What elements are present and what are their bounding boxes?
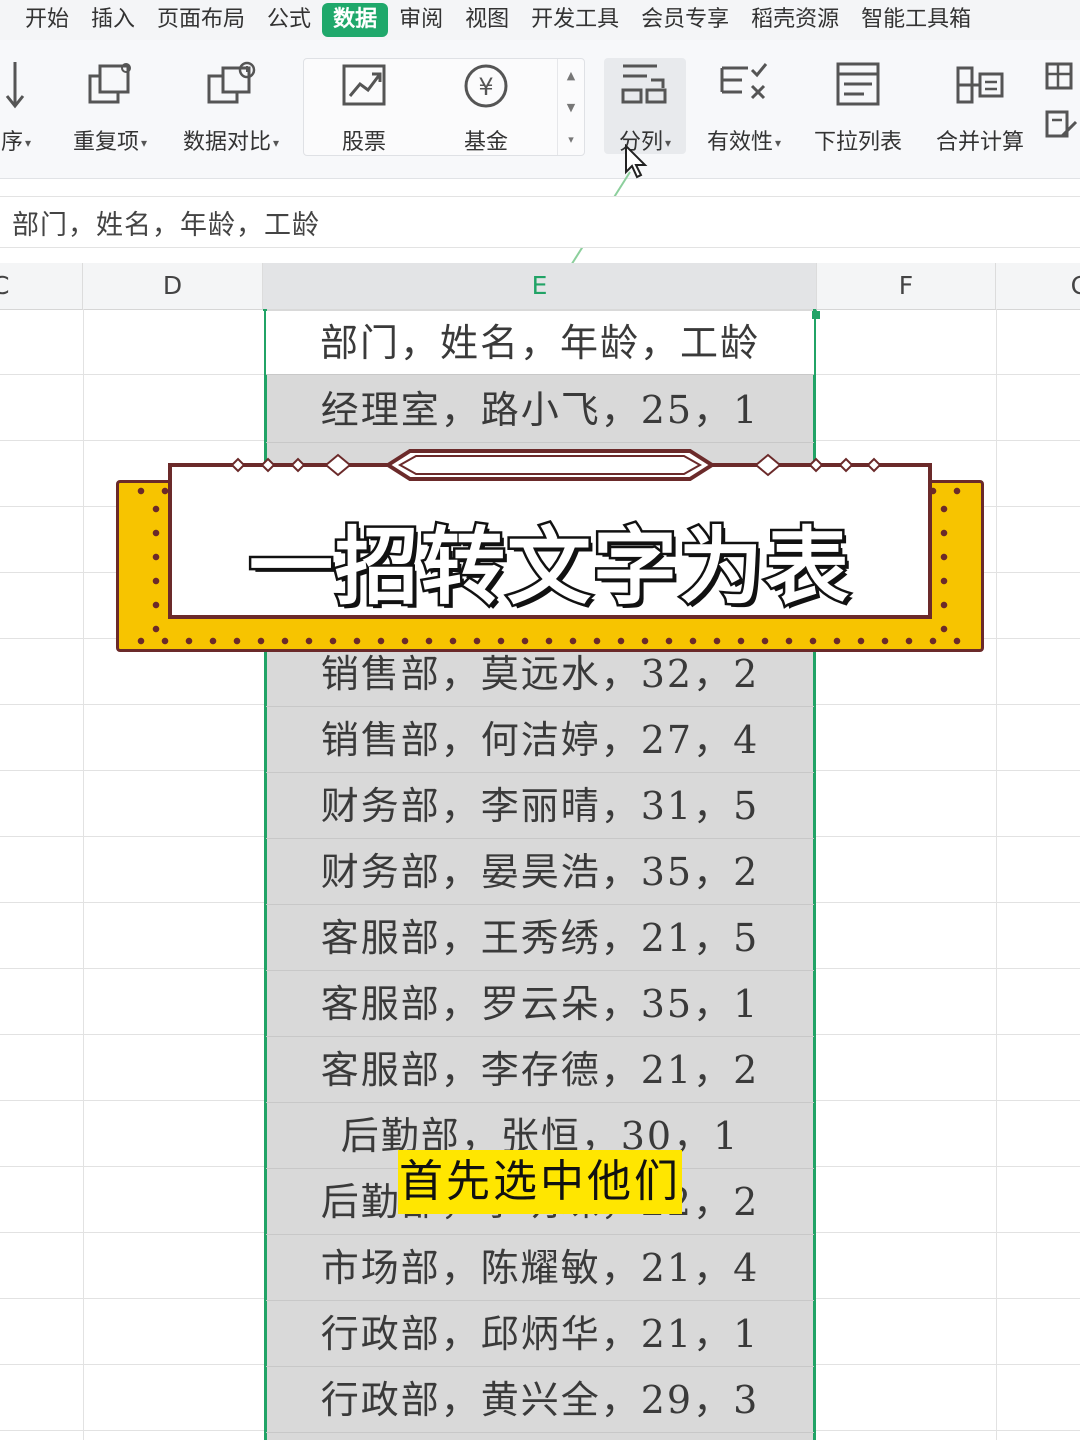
split-column-icon — [621, 64, 667, 104]
chevron-down-icon: ▾ — [664, 136, 672, 150]
yen-coin-icon: ¥ — [464, 64, 508, 108]
sort-arrow-icon — [5, 62, 25, 109]
duplicates-button[interactable]: 重复项 ▾ — [62, 58, 158, 168]
table-row[interactable]: 财务部，李丽晴，31，5 — [266, 773, 814, 839]
subtitle-caption: 首先选中他们 — [398, 1150, 682, 1214]
column-d-label: D — [162, 271, 183, 300]
tab-insert[interactable]: 插入 — [80, 2, 146, 38]
tab-view[interactable]: 视图 — [454, 2, 520, 38]
merge-calc-button[interactable]: 合并计算 — [928, 58, 1032, 168]
dropdown-list-button[interactable]: 下拉列表 — [806, 58, 910, 168]
column-g-label: G — [1071, 271, 1080, 300]
table-row[interactable]: 客服部，李存德，21，2 — [266, 1037, 814, 1103]
table-row[interactable]: 行政部，黄兴全，29，3 — [266, 1367, 814, 1433]
tab-smart-toolbox[interactable]: 智能工具箱 — [850, 2, 982, 38]
table-row[interactable]: 市场部，陈耀敏，21，4 — [266, 1235, 814, 1301]
chevron-down-icon: ▾ — [774, 136, 782, 150]
tab-formula[interactable]: 公式 — [256, 2, 322, 38]
column-header-c[interactable]: C — [0, 263, 83, 310]
svg-text:¥: ¥ — [478, 73, 493, 101]
table-row[interactable]: 销售部，何洁婷，27，4 — [266, 707, 814, 773]
chevron-down-icon: ▾ — [140, 136, 148, 150]
fill-handle[interactable] — [812, 311, 820, 319]
banner-title: 一招转文字为表 — [246, 516, 851, 619]
duplicates-icon — [88, 63, 131, 104]
table-row[interactable]: 财务部，晏昊浩，35，2 — [266, 839, 814, 905]
data-compare-label: 数据对比 — [182, 130, 271, 155]
stock-button[interactable]: 股票 — [322, 58, 406, 168]
banner-dots — [149, 497, 163, 637]
menu-bar: 开始 插入 页面布局 公式 数据 审阅 视图 开发工具 会员专享 稻壳资源 智能… — [0, 0, 1080, 40]
banner-dots — [937, 497, 951, 637]
merge-calc-icon — [956, 66, 1004, 104]
fund-button[interactable]: ¥ 基金 — [444, 58, 528, 168]
chevron-down-icon: ▾ — [272, 136, 280, 150]
sort-label: 序 — [0, 130, 23, 155]
column-f-label: F — [898, 271, 914, 300]
table-row[interactable]: 客服部，罗云朵，35，1 — [266, 971, 814, 1037]
column-header-f[interactable]: F — [817, 263, 996, 310]
tab-developer[interactable]: 开发工具 — [520, 2, 630, 38]
grid-divider — [83, 309, 84, 1440]
duplicates-label: 重复项 — [72, 130, 139, 155]
tab-docer-resources[interactable]: 稻壳资源 — [740, 2, 850, 38]
data-compare-button[interactable]: 数据对比 ▾ — [172, 58, 290, 168]
formula-bar[interactable]: 部门，姓名，年龄，工龄 — [0, 196, 1080, 248]
stock-label: 股票 — [341, 130, 386, 155]
banner-ornament — [230, 449, 880, 481]
validity-button[interactable]: 有效性 ▾ — [696, 58, 792, 168]
banner-dots — [129, 635, 975, 647]
dropdown-list-icon — [836, 62, 880, 106]
gallery-scroll[interactable]: ▲ ▼ ▾ — [557, 59, 584, 155]
tab-data[interactable]: 数据 — [322, 3, 389, 37]
scroll-up-icon[interactable]: ▲ — [567, 69, 575, 82]
tab-review[interactable]: 审阅 — [388, 2, 454, 38]
data-compare-icon — [207, 61, 256, 104]
ribbon-toolbar: 序 ▾ 重复项 ▾ 数据对比 ▾ ▲ ▼ ▾ 股票 ¥ 基金 分列 ▾ 有效性 … — [0, 40, 1080, 179]
edit-tool-icon — [1045, 110, 1078, 138]
stock-chart-icon — [342, 64, 386, 106]
tab-member[interactable]: 会员专享 — [630, 2, 740, 38]
sort-button[interactable]: 序 ▾ — [0, 58, 36, 168]
validity-label: 有效性 — [706, 130, 773, 155]
table-row[interactable]: 客服部，王秀绣，21，5 — [266, 905, 814, 971]
column-header-g[interactable]: G — [996, 263, 1080, 310]
formula-content: 部门，姓名，年龄，工龄 — [12, 210, 320, 241]
scroll-down-icon[interactable]: ▼ — [567, 101, 575, 114]
expand-icon[interactable]: ▾ — [568, 133, 574, 146]
grid-divider — [996, 309, 997, 1440]
column-e-label: E — [531, 271, 548, 300]
column-c-label: C — [0, 271, 10, 300]
table-row[interactable]: 经理室，路小飞，25，1 — [266, 377, 814, 443]
merge-calc-label: 合并计算 — [935, 130, 1024, 155]
fund-label: 基金 — [463, 130, 508, 155]
dropdown-list-label: 下拉列表 — [813, 130, 902, 155]
active-cell[interactable]: 部门，姓名，年龄，工龄 — [266, 311, 814, 375]
more-tools-button[interactable] — [1042, 60, 1080, 170]
column-header-d[interactable]: D — [83, 263, 263, 310]
chevron-down-icon: ▾ — [24, 136, 32, 150]
column-header-e[interactable]: E — [263, 263, 817, 311]
table-tool-icon — [1045, 62, 1073, 90]
tab-home[interactable]: 开始 — [14, 2, 80, 38]
tab-page-layout[interactable]: 页面布局 — [146, 2, 256, 38]
table-row[interactable]: 行政部，邱炳华，21，1 — [266, 1301, 814, 1367]
validity-icon — [720, 63, 768, 100]
